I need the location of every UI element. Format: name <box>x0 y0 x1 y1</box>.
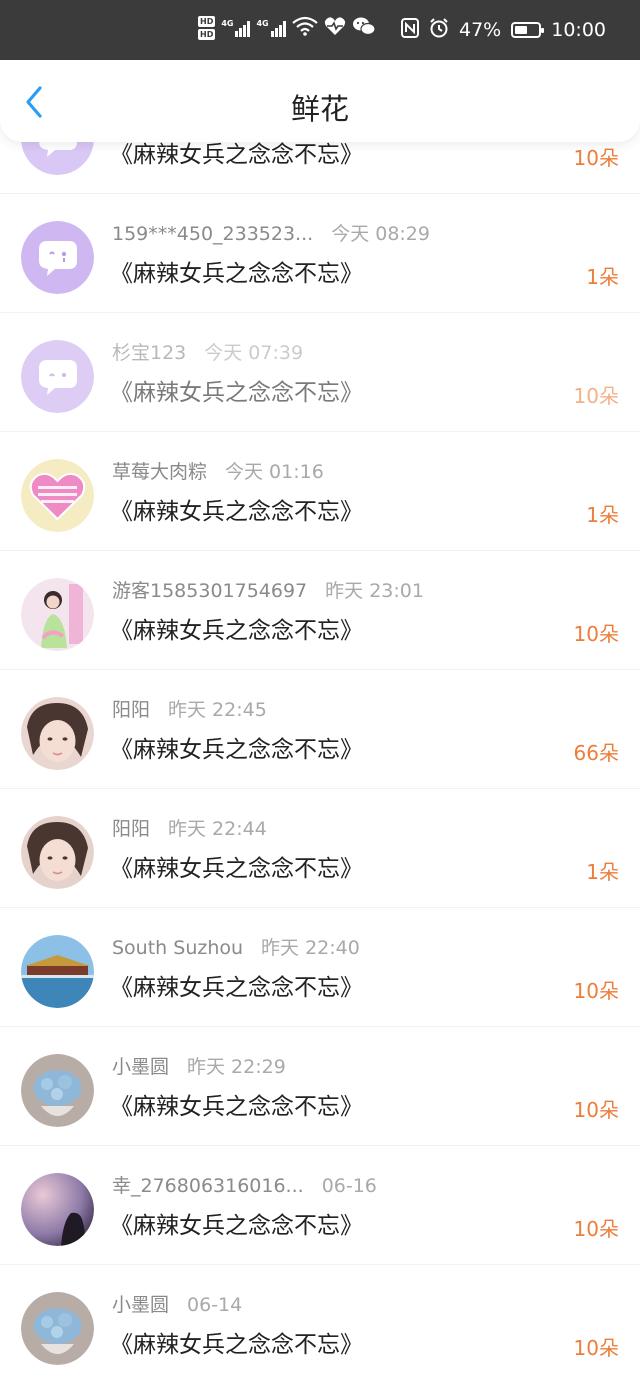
book-title: 《麻辣女兵之念念不忘》 <box>110 737 363 763</box>
heart-monitor-icon <box>324 16 346 40</box>
avatar[interactable] <box>21 221 94 294</box>
user-info: 小墨圆 06-14 <box>112 1290 242 1317</box>
user-name[interactable]: 159***450_233523... <box>112 223 313 245</box>
avatar[interactable] <box>21 459 94 532</box>
user-info: South Suzhou 昨天 22:40 <box>112 933 360 960</box>
user-info: 小墨圆 昨天 22:29 <box>112 1052 286 1079</box>
book-title: 《麻辣女兵之念念不忘》 <box>110 499 363 525</box>
book-title: 《麻辣女兵之念念不忘》 <box>110 1213 363 1239</box>
list-item[interactable]: 游客1585301754697 昨天 23:01 《麻辣女兵之念念不忘》 10朵 <box>0 551 640 670</box>
wifi-icon <box>291 16 318 40</box>
timestamp: 昨天 22:45 <box>168 699 267 721</box>
user-name[interactable]: 阳阳 <box>112 699 150 721</box>
list-item[interactable]: 阳阳 昨天 22:45 《麻辣女兵之念念不忘》 66朵 <box>0 670 640 789</box>
nfc-icon <box>401 17 419 43</box>
flower-count: 10朵 <box>573 384 619 408</box>
network-type-label-2: 4G <box>256 19 269 28</box>
avatar[interactable] <box>21 1054 94 1127</box>
book-title: 《麻辣女兵之念念不忘》 <box>110 1094 363 1120</box>
list-item[interactable]: 159***450_233523... 今天 08:29 《麻辣女兵之念念不忘》 … <box>0 194 640 313</box>
flower-count: 1朵 <box>586 265 619 289</box>
flower-count: 10朵 <box>573 1336 619 1360</box>
status-left-icons: HD HD 4G 4G <box>198 16 376 40</box>
book-title: 《麻辣女兵之念念不忘》 <box>110 975 363 1001</box>
user-info: 159***450_233523... 今天 08:29 <box>112 219 430 246</box>
cell-signal-icon-2: 4G <box>256 19 286 37</box>
book-title: 《麻辣女兵之念念不忘》 <box>110 856 363 882</box>
list-item[interactable]: 阳阳 昨天 22:44 《麻辣女兵之念念不忘》 1朵 <box>0 789 640 908</box>
list-item[interactable]: 小墨圆 06-14 《麻辣女兵之念念不忘》 10朵 <box>0 1265 640 1384</box>
wechat-icon <box>352 16 376 40</box>
list-item[interactable]: 草莓大肉粽 今天 01:16 《麻辣女兵之念念不忘》 1朵 <box>0 432 640 551</box>
alarm-icon <box>429 17 449 43</box>
timestamp: 昨天 23:01 <box>325 580 424 602</box>
hd-badge-bottom: HD <box>198 29 216 40</box>
timestamp: 06-16 <box>321 1175 377 1197</box>
cell-signal-icon: 4G <box>221 19 251 37</box>
user-name[interactable]: 游客1585301754697 <box>112 580 307 602</box>
user-name[interactable]: 阳阳 <box>112 818 150 840</box>
user-name[interactable]: 杉宝123 <box>112 342 186 364</box>
network-type-label: 4G <box>221 19 234 28</box>
user-name[interactable]: South Suzhou <box>112 937 243 959</box>
status-bar: HD HD 4G 4G 47% 10:00 <box>0 0 640 60</box>
hd-badge-top: HD <box>198 16 216 27</box>
timestamp: 昨天 22:29 <box>187 1056 286 1078</box>
list-item[interactable]: 杉宝123 今天 07:39 《麻辣女兵之念念不忘》 10朵 <box>0 313 640 432</box>
list-item[interactable]: South Suzhou 昨天 22:40 《麻辣女兵之念念不忘》 10朵 <box>0 908 640 1027</box>
flower-count: 10朵 <box>573 1098 619 1122</box>
timestamp: 今天 08:29 <box>331 223 430 245</box>
book-title: 《麻辣女兵之念念不忘》 <box>110 618 363 644</box>
timestamp: 昨天 22:44 <box>168 818 267 840</box>
user-info: 游客1585301754697 昨天 23:01 <box>112 576 424 603</box>
battery-percent: 47% <box>459 19 502 41</box>
timestamp: 今天 01:16 <box>225 461 324 483</box>
list-item[interactable]: 幸_276806316016... 06-16 《麻辣女兵之念念不忘》 10朵 <box>0 1146 640 1265</box>
timestamp: 昨天 22:40 <box>261 937 360 959</box>
list-item[interactable]: 小墨圆 昨天 22:29 《麻辣女兵之念念不忘》 10朵 <box>0 1027 640 1146</box>
user-info: 阳阳 昨天 22:45 <box>112 695 267 722</box>
flower-count: 1朵 <box>586 503 619 527</box>
hd-icon: HD HD <box>198 16 216 40</box>
flower-count: 10朵 <box>573 979 619 1003</box>
page-title: 鲜花 <box>290 92 349 126</box>
user-info: 草莓大肉粽 今天 01:16 <box>112 457 324 484</box>
screen: HD HD 4G 4G 47% 10:00 鲜花 《麻辣女兵之念念不忘》 10朵… <box>0 0 640 1386</box>
navigation-header: 鲜花 <box>0 60 640 142</box>
battery-icon <box>511 22 545 38</box>
flower-count: 10朵 <box>573 146 619 170</box>
avatar[interactable] <box>21 578 94 651</box>
user-info: 杉宝123 今天 07:39 <box>112 338 303 365</box>
flower-count: 1朵 <box>586 860 619 884</box>
user-name[interactable]: 幸_276806316016... <box>112 1175 304 1197</box>
user-info: 阳阳 昨天 22:44 <box>112 814 267 841</box>
user-info: 幸_276806316016... 06-16 <box>112 1171 377 1198</box>
status-right-icons: 47% 10:00 <box>401 0 606 60</box>
user-name[interactable]: 草莓大肉粽 <box>112 461 207 483</box>
flower-count: 10朵 <box>573 622 619 646</box>
user-name[interactable]: 小墨圆 <box>112 1056 169 1078</box>
flower-count: 66朵 <box>573 741 619 765</box>
book-title: 《麻辣女兵之念念不忘》 <box>110 380 363 406</box>
book-title: 《麻辣女兵之念念不忘》 <box>110 261 363 287</box>
book-title: 《麻辣女兵之念念不忘》 <box>110 1332 363 1358</box>
avatar[interactable] <box>21 697 94 770</box>
avatar[interactable] <box>21 340 94 413</box>
timestamp: 今天 07:39 <box>204 342 304 364</box>
flower-count: 10朵 <box>573 1217 619 1241</box>
timestamp: 06-14 <box>187 1294 243 1316</box>
avatar[interactable] <box>21 1292 94 1365</box>
user-name[interactable]: 小墨圆 <box>112 1294 169 1316</box>
avatar[interactable] <box>21 935 94 1008</box>
avatar[interactable] <box>21 1173 94 1246</box>
clock-time: 10:00 <box>551 19 606 41</box>
avatar[interactable] <box>21 816 94 889</box>
